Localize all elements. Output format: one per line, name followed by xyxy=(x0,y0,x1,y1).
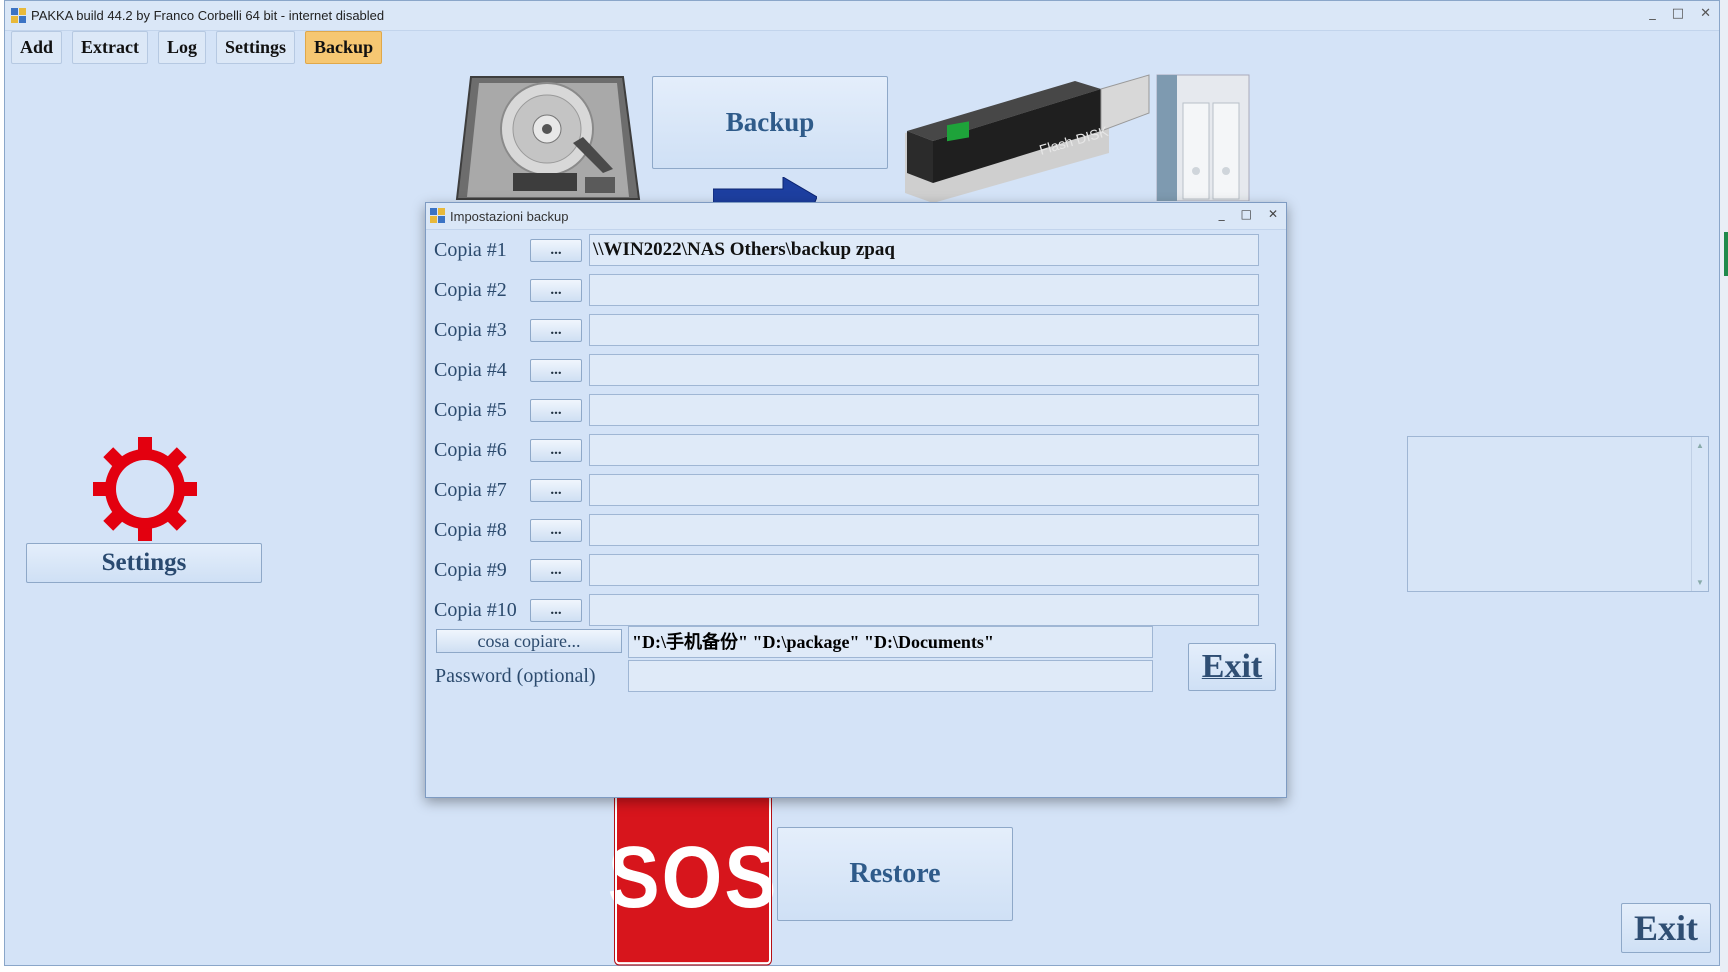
tab-settings[interactable]: Settings xyxy=(216,31,296,64)
minimize-icon[interactable]: _ xyxy=(1649,6,1656,21)
copy-row: Copia #3 ... xyxy=(434,314,1259,346)
copy-path-field[interactable] xyxy=(589,594,1259,626)
app-icon xyxy=(11,7,27,24)
backup-button[interactable]: Backup xyxy=(652,76,888,169)
copy-path-field[interactable] xyxy=(589,354,1259,386)
browse-button[interactable]: ... xyxy=(530,558,582,582)
browse-button[interactable]: ... xyxy=(530,318,582,342)
browse-button[interactable]: ... xyxy=(530,438,582,462)
tab-extract[interactable]: Extract xyxy=(72,31,149,64)
what-to-copy-button[interactable]: cosa copiare... xyxy=(436,629,622,653)
usb-flash-disk-image: Flash DISK xyxy=(905,74,1150,203)
desktop-edge-strip xyxy=(1720,0,1728,972)
gear-icon xyxy=(93,437,197,541)
copy-label: Copia #8 xyxy=(434,518,507,541)
copy-path-field[interactable] xyxy=(589,474,1259,506)
copy-row: Copia #10 ... xyxy=(434,594,1259,626)
dialog-titlebar[interactable]: Impostazioni backup _ □ ✕ xyxy=(426,203,1286,230)
dialog-exit-button[interactable]: Exit xyxy=(1188,643,1276,691)
browse-button[interactable]: ... xyxy=(530,278,582,302)
main-titlebar[interactable]: PAKKA build 44.2 by Franco Corbelli 64 b… xyxy=(5,1,1719,31)
browse-button[interactable]: ... xyxy=(530,358,582,382)
what-to-copy-field[interactable]: "D:\手机备份" "D:\package" "D:\Documents" xyxy=(628,626,1153,658)
backup-settings-dialog: Impostazioni backup _ □ ✕ Copia #1 ... \… xyxy=(425,202,1287,798)
copy-path-field[interactable] xyxy=(589,434,1259,466)
browse-button[interactable]: ... xyxy=(530,598,582,622)
tab-add[interactable]: Add xyxy=(11,31,63,64)
browse-button[interactable]: ... xyxy=(530,238,582,262)
copy-label: Copia #9 xyxy=(434,558,507,581)
nas-device-image xyxy=(1156,74,1250,201)
copy-path-field[interactable]: \\WIN2022\NAS Others\backup zpaq xyxy=(589,234,1259,266)
copy-path-field[interactable] xyxy=(589,314,1259,346)
dialog-maximize-icon[interactable]: □ xyxy=(1241,207,1252,221)
browse-button[interactable]: ... xyxy=(530,478,582,502)
exit-button[interactable]: Exit xyxy=(1621,903,1711,953)
copy-row: Copia #9 ... xyxy=(434,554,1259,586)
copy-path-field[interactable] xyxy=(589,554,1259,586)
copy-label: Copia #1 xyxy=(434,238,507,261)
info-text-area[interactable]: ▲ ▼ xyxy=(1407,436,1709,592)
restore-button[interactable]: Restore xyxy=(777,827,1013,921)
copy-label: Copia #4 xyxy=(434,358,507,381)
copy-path-field[interactable] xyxy=(589,514,1259,546)
copy-row: Copia #7 ... xyxy=(434,474,1259,506)
copy-path-field[interactable] xyxy=(589,274,1259,306)
copy-row: Copia #5 ... xyxy=(434,394,1259,426)
hard-drive-image xyxy=(455,76,641,200)
browse-button[interactable]: ... xyxy=(530,398,582,422)
dialog-app-icon xyxy=(430,208,446,224)
tab-log[interactable]: Log xyxy=(158,31,207,64)
browse-button[interactable]: ... xyxy=(530,518,582,542)
dialog-minimize-icon[interactable]: _ xyxy=(1219,207,1225,221)
desktop-green-marker xyxy=(1724,232,1728,276)
tab-backup[interactable]: Backup xyxy=(305,31,383,64)
copy-row: Copia #1 ... \\WIN2022\NAS Others\backup… xyxy=(434,234,1259,266)
copy-row: Copia #6 ... xyxy=(434,434,1259,466)
scroll-up-icon[interactable]: ▲ xyxy=(1696,441,1704,450)
close-icon[interactable]: ✕ xyxy=(1700,6,1711,21)
copy-label: Copia #3 xyxy=(434,318,507,341)
copy-path-field[interactable] xyxy=(589,394,1259,426)
copy-row: Copia #4 ... xyxy=(434,354,1259,386)
window-title: PAKKA build 44.2 by Franco Corbelli 64 b… xyxy=(31,8,385,23)
settings-button[interactable]: Settings xyxy=(26,543,262,583)
sos-button[interactable]: SOS xyxy=(608,788,776,966)
dialog-title: Impostazioni backup xyxy=(450,208,569,224)
tab-bar: Add Extract Log Settings Backup xyxy=(11,31,383,64)
copy-label: Copia #10 xyxy=(434,598,517,621)
copy-label: Copia #6 xyxy=(434,438,507,461)
scrollbar[interactable]: ▲ ▼ xyxy=(1691,437,1708,591)
copy-row: Copia #8 ... xyxy=(434,514,1259,546)
copy-label: Copia #2 xyxy=(434,278,507,301)
maximize-icon[interactable]: □ xyxy=(1672,6,1684,21)
copy-label: Copia #5 xyxy=(434,398,507,421)
copy-label: Copia #7 xyxy=(434,478,507,501)
password-field[interactable] xyxy=(628,660,1153,692)
copy-row: Copia #2 ... xyxy=(434,274,1259,306)
scroll-down-icon[interactable]: ▼ xyxy=(1696,578,1704,587)
dialog-close-icon[interactable]: ✕ xyxy=(1268,207,1278,221)
password-label: Password (optional) xyxy=(435,665,596,687)
